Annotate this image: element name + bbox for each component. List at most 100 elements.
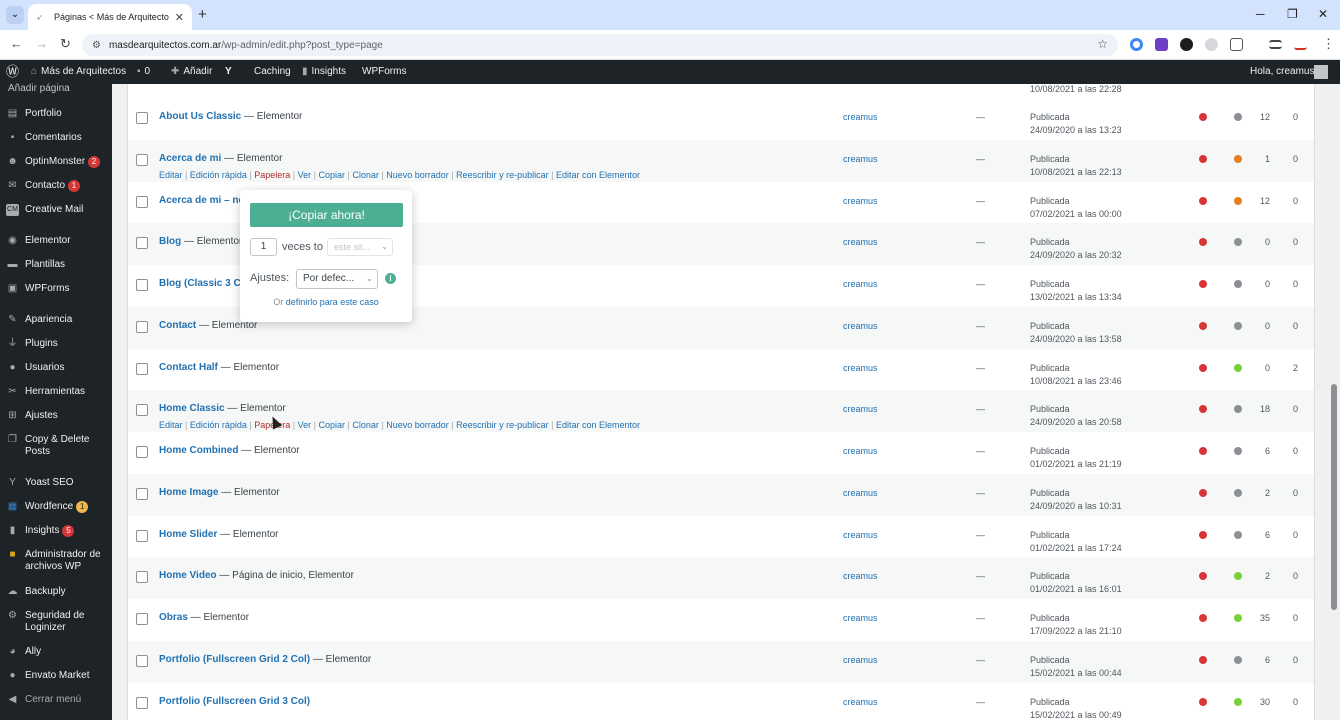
- site-name-link[interactable]: ⌂ Más de Arquitectos: [31, 60, 126, 84]
- row-checkbox[interactable]: [136, 404, 148, 416]
- author-link[interactable]: creamus: [843, 571, 878, 581]
- user-greeting[interactable]: Hola, creamus: [1250, 60, 1314, 84]
- row-checkbox[interactable]: [136, 530, 148, 542]
- copy-times-input[interactable]: 1: [250, 238, 277, 256]
- row-checkbox[interactable]: [136, 196, 148, 208]
- minimize-icon[interactable]: ─: [1256, 7, 1265, 21]
- page-title-link[interactable]: Contact: [159, 320, 196, 331]
- author-link[interactable]: creamus: [843, 279, 878, 289]
- row-checkbox[interactable]: [136, 571, 148, 583]
- row-checkbox[interactable]: [136, 655, 148, 667]
- author-link[interactable]: creamus: [843, 321, 878, 331]
- row-action-elementor[interactable]: Editar con Elementor: [556, 170, 640, 180]
- row-action-copy[interactable]: Copiar: [318, 170, 345, 180]
- row-action-clone[interactable]: Clonar: [352, 420, 379, 430]
- author-link[interactable]: creamus: [843, 613, 878, 623]
- row-action-quick-edit[interactable]: Edición rápida: [190, 420, 247, 430]
- author-link[interactable]: creamus: [843, 697, 878, 707]
- row-action-trash[interactable]: Papelera: [254, 170, 290, 180]
- extension-grey-icon[interactable]: [1205, 38, 1218, 51]
- page-title-link[interactable]: Home Slider: [159, 529, 217, 540]
- wpforms-link[interactable]: WPForms: [362, 60, 406, 84]
- author-link[interactable]: creamus: [843, 154, 878, 164]
- page-title-link[interactable]: Acerca de mi – no –: [159, 195, 253, 206]
- avatar[interactable]: [1314, 65, 1328, 79]
- row-action-rewrite[interactable]: Reescribir y re-publicar: [456, 170, 549, 180]
- author-link[interactable]: creamus: [843, 112, 878, 122]
- page-title-link[interactable]: Home Video: [159, 570, 217, 581]
- row-checkbox[interactable]: [136, 446, 148, 458]
- site-info-icon[interactable]: ⚙: [92, 40, 101, 51]
- page-title-link[interactable]: Portfolio (Fullscreen Grid 2 Col): [159, 654, 310, 665]
- address-bar[interactable]: ⚙ masdearquitectos.com.ar/wp-admin/edit.…: [82, 34, 1118, 56]
- yoast-icon[interactable]: Y: [225, 60, 232, 84]
- row-checkbox[interactable]: [136, 237, 148, 249]
- row-action-clone[interactable]: Clonar: [352, 170, 379, 180]
- author-link[interactable]: creamus: [843, 237, 878, 247]
- author-link[interactable]: creamus: [843, 196, 878, 206]
- row-action-view[interactable]: Ver: [298, 170, 312, 180]
- page-title-link[interactable]: Obras: [159, 612, 188, 623]
- back-icon[interactable]: ←: [10, 36, 23, 51]
- row-checkbox[interactable]: [136, 154, 148, 166]
- author-link[interactable]: creamus: [843, 446, 878, 456]
- caching-link[interactable]: Caching: [254, 60, 291, 84]
- page-title-link[interactable]: Blog: [159, 236, 181, 247]
- row-checkbox[interactable]: [136, 279, 148, 291]
- row-checkbox[interactable]: [136, 321, 148, 333]
- extensions-puzzle-icon[interactable]: [1230, 38, 1243, 51]
- row-action-new-draft[interactable]: Nuevo borrador: [386, 420, 449, 430]
- reading-list-icon[interactable]: [1269, 40, 1282, 49]
- page-scrollbar[interactable]: [1331, 384, 1337, 610]
- insights-link[interactable]: ▮ Insights: [302, 60, 346, 84]
- row-action-view[interactable]: Ver: [298, 420, 312, 430]
- extension-color-icon[interactable]: [1130, 38, 1143, 51]
- info-icon[interactable]: i: [385, 273, 396, 284]
- row-checkbox[interactable]: [136, 613, 148, 625]
- close-window-icon[interactable]: ✕: [1318, 7, 1328, 21]
- define-link[interactable]: definirlo para este caso: [286, 297, 379, 307]
- author-link[interactable]: creamus: [843, 363, 878, 373]
- row-checkbox[interactable]: [136, 488, 148, 500]
- page-title-link[interactable]: About Us Classic: [159, 111, 241, 122]
- extension-dark-icon[interactable]: [1180, 38, 1193, 51]
- page-title-link[interactable]: Home Image: [159, 487, 218, 498]
- page-title-link[interactable]: Contact Half: [159, 362, 218, 373]
- restore-icon[interactable]: ❐: [1287, 7, 1298, 21]
- bookmark-star-icon[interactable]: ☆: [1097, 37, 1108, 51]
- close-tab-icon[interactable]: ✕: [175, 11, 184, 24]
- row-action-edit[interactable]: Editar: [159, 420, 183, 430]
- copy-now-button[interactable]: ¡Copiar ahora!: [250, 203, 403, 227]
- row-action-rewrite[interactable]: Reescribir y re-publicar: [456, 420, 549, 430]
- row-action-copy[interactable]: Copiar: [318, 420, 345, 430]
- author-link[interactable]: creamus: [843, 404, 878, 414]
- row-action-quick-edit[interactable]: Edición rápida: [190, 170, 247, 180]
- page-title-link[interactable]: Acerca de mi: [159, 153, 221, 164]
- destination-select[interactable]: este sit... ⌄: [327, 238, 393, 256]
- tab-search-icon[interactable]: ⌄: [6, 6, 24, 24]
- settings-select[interactable]: Por defec... ⌄: [296, 269, 378, 289]
- row-action-new-draft[interactable]: Nuevo borrador: [386, 170, 449, 180]
- forward-icon[interactable]: →: [35, 36, 48, 51]
- browser-menu-icon[interactable]: ⋮: [1322, 36, 1335, 52]
- author-link[interactable]: creamus: [843, 488, 878, 498]
- reload-icon[interactable]: ↻: [60, 36, 71, 52]
- wordpress-logo-icon[interactable]: Ⓦ: [6, 60, 19, 84]
- add-new-link[interactable]: ✚ Añadir: [171, 60, 212, 84]
- row-checkbox[interactable]: [136, 363, 148, 375]
- page-title-link[interactable]: Home Classic: [159, 403, 225, 414]
- new-tab-icon[interactable]: +: [198, 6, 207, 23]
- row-checkbox[interactable]: [136, 112, 148, 124]
- row-action-elementor[interactable]: Editar con Elementor: [556, 420, 640, 430]
- page-title-link[interactable]: Portfolio (Fullscreen Grid 3 Col): [159, 696, 310, 707]
- extension-purple-icon[interactable]: [1155, 38, 1168, 51]
- author-link[interactable]: creamus: [843, 530, 878, 540]
- browser-tab[interactable]: ➶ Páginas < Más de Arquitectos ✕: [28, 4, 192, 30]
- plus-icon: ✚: [171, 66, 180, 77]
- author-link[interactable]: creamus: [843, 655, 878, 665]
- comments-link[interactable]: ▪ 0: [137, 60, 150, 84]
- profile-icon[interactable]: [1294, 42, 1307, 50]
- page-title-link[interactable]: Home Combined: [159, 445, 238, 456]
- row-checkbox[interactable]: [136, 697, 148, 709]
- row-action-edit[interactable]: Editar: [159, 170, 183, 180]
